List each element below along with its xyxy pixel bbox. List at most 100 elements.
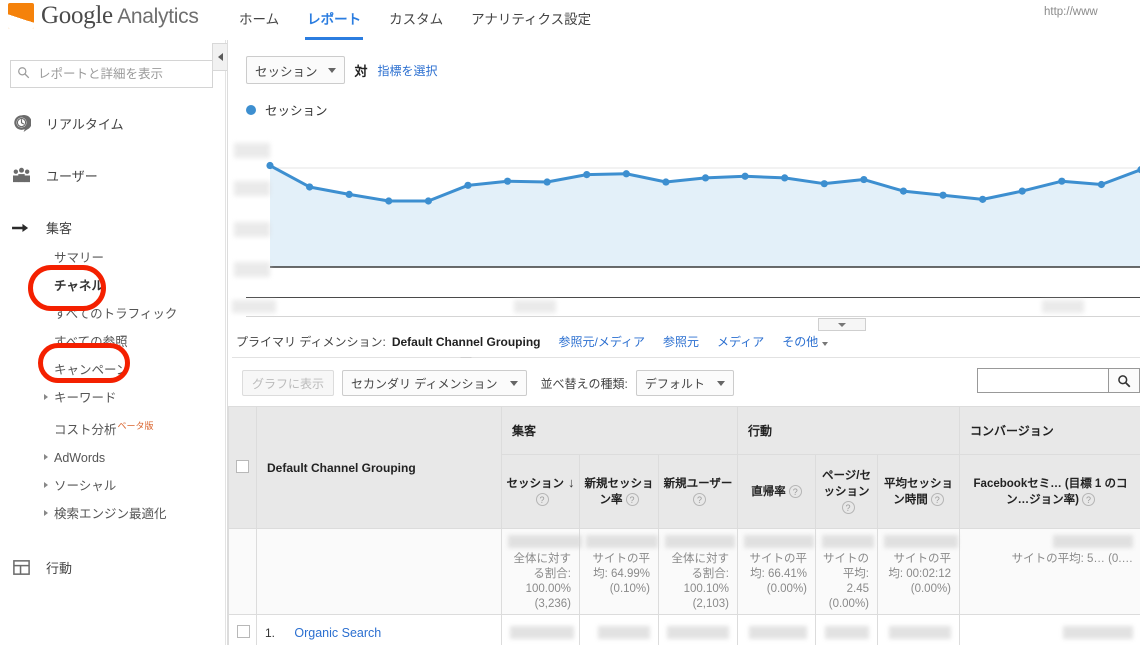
column-header-new-users[interactable]: 新規ユーザー ? <box>657 454 739 529</box>
column-header-avg-session-duration[interactable]: 平均セッション時間? <box>877 454 961 529</box>
sidebar-label-realtime: リアルタイム <box>46 116 124 132</box>
summary-cell-new-users: 全体に対する割合: 100.10% (2,103) <box>657 528 739 615</box>
sidebar-label-cost-analysis: コスト分析 <box>54 423 117 438</box>
dimension-tab-other[interactable]: その他 <box>782 333 829 350</box>
vs-label: 対 <box>354 63 368 79</box>
search-input[interactable] <box>36 66 206 82</box>
row-link-organic-search[interactable]: Organic Search <box>294 626 381 640</box>
column-header-sessions[interactable]: セッション ↓ ? <box>501 454 580 529</box>
top-navigation: ホーム レポート カスタム アナリティクス設定 <box>225 0 605 40</box>
behavior-layout-icon <box>8 558 34 577</box>
tab-custom[interactable]: カスタム <box>375 6 457 40</box>
help-icon[interactable]: ? <box>535 493 549 507</box>
sidebar-item-campaigns[interactable]: キャンペーン <box>0 356 225 384</box>
row-cell-facebook-conversion-rate <box>959 614 1140 645</box>
table-search <box>977 368 1140 393</box>
primary-dimension-row: プライマリ ディメンション: Default Channel Grouping … <box>232 317 1140 358</box>
help-icon[interactable]: ? <box>1081 492 1095 506</box>
sidebar-item-acquisition[interactable]: 集客 <box>0 210 225 244</box>
help-icon[interactable]: ? <box>625 492 639 506</box>
help-icon[interactable]: ? <box>693 492 706 506</box>
channels-table: Default Channel Grouping 集客 行動 コンバージョン セ… <box>228 406 1140 645</box>
redacted-y-label <box>234 181 270 196</box>
chart-canvas <box>266 161 1140 268</box>
select-metric-link[interactable]: 指標を選択 <box>378 62 438 79</box>
analytics-app: Google Analytics ホーム レポート カスタム アナリティクス設定… <box>0 0 1140 645</box>
column-label-new-users: 新規ユーザー <box>663 477 733 490</box>
help-icon[interactable]: ? <box>930 492 944 506</box>
dimension-tab-medium[interactable]: メディア <box>717 333 764 350</box>
help-icon[interactable]: ? <box>841 500 855 514</box>
redacted-value <box>1063 626 1134 639</box>
search-icon <box>1118 374 1131 387</box>
sidebar-item-users[interactable]: ユーザー <box>0 158 225 192</box>
dimension-tab-source-medium[interactable]: 参照元/メディア <box>559 333 646 350</box>
chart-legend: セッション <box>228 84 1140 119</box>
column-header-pages-per-session[interactable]: ページ/セッション ? <box>815 454 879 529</box>
dimension-column-header[interactable]: Default Channel Grouping <box>256 406 502 529</box>
sidebar-label-summary: サマリー <box>54 251 105 265</box>
primary-dimension-label: プライマリ ディメンション: <box>236 335 386 349</box>
sidebar-item-all-traffic[interactable]: すべてのトラフィック <box>0 300 225 328</box>
table-row[interactable]: 1. Organic Search <box>228 614 1140 645</box>
column-header-facebook-goal-conversion-rate[interactable]: Facebookセミ… (目標 1 のコン…ジョン率)? <box>959 454 1140 529</box>
table-search-input[interactable] <box>977 368 1109 393</box>
users-group-icon <box>8 167 34 184</box>
sort-type-dropdown[interactable]: デフォルト <box>635 370 734 396</box>
row-checkbox[interactable] <box>237 624 250 638</box>
sidebar: リアルタイム ユーザー 集客 <box>0 40 226 645</box>
sidebar-item-adwords[interactable]: AdWords <box>0 444 225 472</box>
sessions-line-chart[interactable] <box>228 129 1140 297</box>
primary-metric-dropdown[interactable]: セッション <box>246 56 345 84</box>
column-header-new-session-rate[interactable]: 新規セッション率? <box>579 454 659 529</box>
analytics-logo-icon <box>8 3 34 29</box>
sidebar-label-campaigns: キャンペーン <box>54 363 129 377</box>
chevron-right-icon <box>44 394 48 400</box>
redacted-value <box>667 626 730 639</box>
dimension-tab-default-channel-grouping[interactable]: Default Channel Grouping <box>392 335 541 349</box>
sidebar-item-behavior[interactable]: 行動 <box>0 550 225 584</box>
column-header-bounce-rate[interactable]: 直帰率? <box>737 454 817 529</box>
top-bar: Google Analytics ホーム レポート カスタム アナリティクス設定… <box>0 0 1140 40</box>
sidebar-label-keywords: キーワード <box>54 391 117 405</box>
redacted-value <box>508 535 582 548</box>
dimension-tab-source[interactable]: 参照元 <box>663 333 699 350</box>
row-cell-bounce-rate <box>737 614 817 645</box>
redacted-value <box>889 626 952 639</box>
sidebar-item-summary[interactable]: サマリー <box>0 244 225 272</box>
sidebar-label-channels: チャネル <box>54 279 104 293</box>
secondary-dimension-button[interactable]: セカンダリ ディメンション <box>342 370 527 396</box>
sidebar-collapse-button[interactable] <box>212 43 227 71</box>
chart-date-slider[interactable] <box>232 297 1140 331</box>
chevron-down-icon <box>509 380 518 386</box>
sidebar-item-channels[interactable]: チャネル <box>0 272 225 300</box>
sidebar-item-seo[interactable]: 検索エンジン最適化 <box>0 500 225 528</box>
summary-checkbox-cell <box>228 528 257 615</box>
help-icon[interactable]: ? <box>788 484 802 498</box>
sidebar-search[interactable] <box>10 60 213 88</box>
tab-analytics-settings[interactable]: アナリティクス設定 <box>457 6 605 40</box>
row-cell-avg-session-duration <box>877 614 961 645</box>
summary-cell-avg-session-duration: サイトの平均: 00:02:12 (0.00%) <box>877 528 961 615</box>
sidebar-label-social: ソーシャル <box>54 479 117 494</box>
tab-home[interactable]: ホーム <box>225 6 293 40</box>
chevron-down-icon <box>716 380 725 386</box>
sidebar-group-users: ユーザー <box>0 158 225 192</box>
sidebar-item-social[interactable]: ソーシャル <box>0 472 225 500</box>
select-all-checkbox[interactable] <box>235 459 249 473</box>
legend-label: セッション <box>265 104 328 118</box>
sidebar-item-realtime[interactable]: リアルタイム <box>0 106 225 140</box>
column-label-pages-per-session: ページ/セッション <box>822 469 871 498</box>
sidebar-item-all-referrals[interactable]: すべての参照 <box>0 328 225 356</box>
table-search-button[interactable] <box>1109 368 1140 393</box>
redacted-value <box>749 626 808 639</box>
tab-reports[interactable]: レポート <box>293 6 375 40</box>
google-analytics-logo[interactable]: Google Analytics <box>0 0 225 30</box>
dimension-other-label: その他 <box>782 335 819 349</box>
sidebar-item-keywords[interactable]: キーワード <box>0 384 225 412</box>
plot-rows-button[interactable]: グラフに表示 <box>242 370 335 396</box>
sidebar-item-cost-analysis[interactable]: コスト分析ベータ版 <box>0 412 225 444</box>
sidebar-label-all-traffic: すべてのトラフィック <box>54 307 178 321</box>
row-dimension-cell: 1. Organic Search <box>256 614 502 645</box>
summary-sub-bounce-rate: サイトの平均: 66.41% (0.00%) <box>749 553 808 595</box>
